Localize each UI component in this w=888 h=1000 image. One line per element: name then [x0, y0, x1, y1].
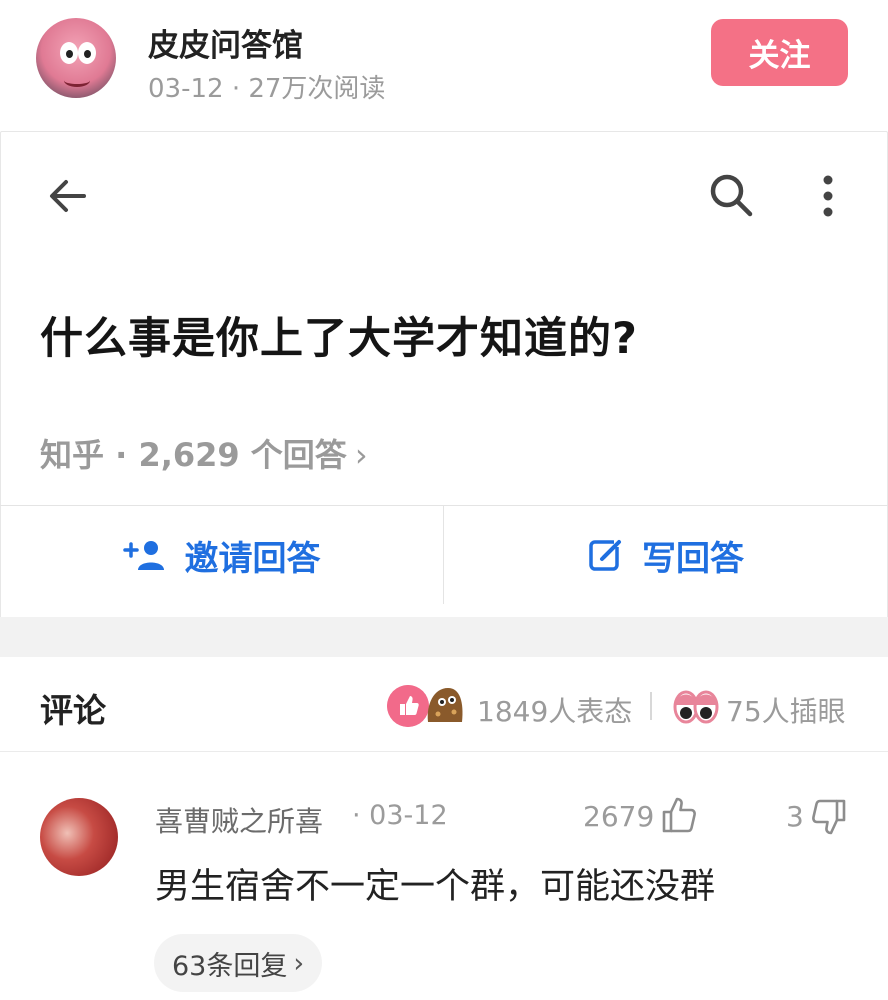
commenter-avatar[interactable]: [40, 798, 118, 876]
post-meta: 03-12 · 27万次阅读: [148, 74, 386, 104]
cookie-reaction-icon[interactable]: [424, 682, 466, 728]
chevron-right-icon: ›: [354, 436, 368, 474]
chevron-right-icon: ›: [293, 947, 305, 979]
avatar-mouth: [64, 74, 90, 87]
arrow-left-icon[interactable]: [44, 172, 92, 220]
more-vertical-icon[interactable]: [814, 172, 842, 220]
question-source[interactable]: 知乎 · 2,629 个回答 ›: [40, 430, 368, 476]
section-gap: [0, 617, 888, 657]
invite-answer-label: 邀请回答: [184, 538, 321, 579]
avatar-eye-right: [78, 42, 96, 64]
invite-answer-button[interactable]: 邀请回答: [0, 506, 443, 604]
reactions-count[interactable]: 1849人表态: [477, 690, 632, 730]
comment-dislike-count: 3: [786, 800, 804, 833]
comment-text: 男生宿舍不一定一个群，可能还没群: [155, 867, 716, 907]
write-answer-label: 写回答: [642, 538, 744, 579]
like-reaction-icon[interactable]: [387, 685, 429, 727]
question-source-text: 知乎 · 2,629 个回答: [40, 436, 347, 474]
author-name[interactable]: 皮皮问答馆: [148, 20, 303, 65]
write-answer-button[interactable]: 写回答: [444, 506, 888, 604]
thumb-down-icon[interactable]: [810, 798, 848, 836]
comments-title: 评论: [40, 691, 106, 730]
avatar-eye-left: [60, 42, 78, 64]
follow-button[interactable]: 关注: [711, 19, 848, 86]
eyes-icon[interactable]: [672, 683, 720, 727]
divider: [0, 751, 888, 752]
search-icon[interactable]: [706, 170, 756, 220]
view-replies-button[interactable]: 63条回复 ›: [154, 934, 323, 992]
replies-count: 63条回复: [172, 950, 288, 982]
question-title[interactable]: 什么事是你上了大学才知道的?: [40, 304, 638, 366]
divider: [650, 692, 652, 720]
author-avatar[interactable]: [36, 18, 116, 98]
comment-like-count: 2679: [583, 800, 655, 833]
eyes-count[interactable]: 75人插眼: [726, 690, 846, 730]
add-user-icon: [122, 541, 164, 570]
thumb-up-icon[interactable]: [660, 796, 698, 834]
comment-date: · 03-12: [352, 800, 448, 831]
edit-icon: [589, 537, 624, 571]
commenter-name[interactable]: 喜曹贼之所喜: [155, 800, 323, 840]
